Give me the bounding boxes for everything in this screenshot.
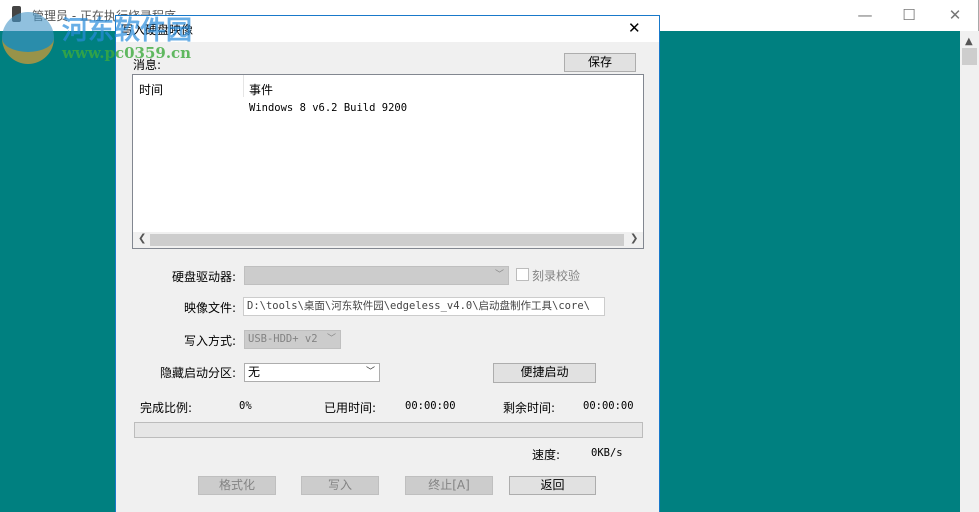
scroll-left-icon[interactable]: ❮ — [138, 233, 146, 244]
drive-select[interactable]: ﹀ — [244, 266, 509, 285]
abort-button[interactable]: 终止[A] — [405, 476, 493, 495]
remaining-value: 00:00:00 — [583, 400, 634, 412]
horizontal-scrollbar[interactable]: ❮ ❯ — [133, 232, 643, 248]
back-button[interactable]: 返回 — [509, 476, 596, 495]
image-file-input[interactable]: D:\tools\桌面\河东软件园\edgeless_v4.0\启动盘制作工具\… — [243, 297, 605, 316]
log-row-event: Windows 8 v6.2 Build 9200 — [249, 102, 408, 114]
column-divider[interactable] — [243, 75, 244, 97]
column-header-event[interactable]: 事件 — [249, 81, 273, 98]
scroll-thumb[interactable] — [962, 48, 977, 65]
column-header-time[interactable]: 时间 — [139, 81, 163, 98]
chevron-down-icon: ﹀ — [494, 270, 504, 280]
write-disk-image-dialog: 写入硬盘映像 ✕ 消息: 保存 时间 事件 Windows 8 v6.2 Bui… — [115, 15, 660, 512]
elapsed-label: 已用时间: — [324, 401, 377, 415]
elapsed-value: 00:00:00 — [405, 400, 456, 412]
image-file-label: 映像文件: — [183, 301, 236, 315]
progress-bar — [134, 422, 643, 438]
write-mode-label: 写入方式: — [183, 334, 236, 348]
format-button[interactable]: 格式化 — [198, 476, 276, 495]
hidden-partition-label: 隐藏启动分区: — [159, 366, 236, 380]
speed-label: 速度: — [532, 448, 561, 462]
verify-checkbox[interactable] — [516, 268, 529, 281]
progress-value: 0% — [239, 400, 252, 412]
scroll-right-icon[interactable]: ❯ — [630, 233, 638, 244]
speed-value: 0KB/s — [591, 447, 623, 459]
verify-label[interactable]: 刻录校验 — [532, 267, 580, 284]
minimize-button[interactable]: — — [842, 0, 888, 31]
write-mode-value: USB-HDD+ v2 — [248, 333, 318, 345]
drive-label: 硬盘驱动器: — [171, 270, 236, 284]
message-label: 消息: — [133, 58, 162, 72]
write-mode-select[interactable]: USB-HDD+ v2 ﹀ — [244, 330, 341, 349]
chevron-down-icon: ﹀ — [365, 367, 375, 377]
dialog-title: 写入硬盘映像 — [121, 23, 194, 37]
chevron-down-icon: ﹀ — [326, 334, 336, 344]
remaining-label: 剩余时间: — [503, 401, 556, 415]
scroll-thumb[interactable] — [150, 234, 624, 246]
write-button[interactable]: 写入 — [301, 476, 379, 495]
progress-label: 完成比例: — [140, 401, 193, 415]
message-log-list[interactable]: 时间 事件 Windows 8 v6.2 Build 9200 ❮ ❯ — [132, 74, 644, 249]
vertical-scrollbar[interactable]: ▲ — [960, 31, 979, 512]
hidden-partition-select[interactable]: 无 ﹀ — [244, 363, 380, 382]
save-button[interactable]: 保存 — [564, 53, 636, 72]
close-button[interactable]: ✕ — [932, 0, 978, 31]
dialog-titlebar: 写入硬盘映像 ✕ — [116, 16, 659, 42]
scroll-up-icon[interactable]: ▲ — [965, 36, 973, 47]
maximize-button[interactable]: ☐ — [886, 0, 932, 31]
usb-drive-icon — [12, 6, 21, 22]
hidden-partition-value: 无 — [248, 365, 261, 379]
quick-boot-button[interactable]: 便捷启动 — [493, 363, 596, 383]
dialog-close-button[interactable]: ✕ — [628, 19, 641, 37]
